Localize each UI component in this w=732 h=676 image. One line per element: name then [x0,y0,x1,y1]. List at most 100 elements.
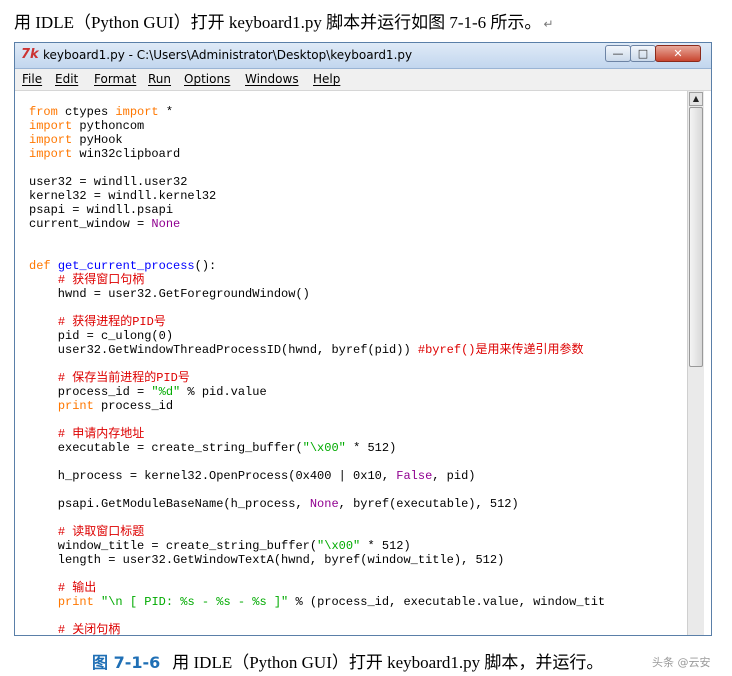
code-token: process_id = [29,385,152,399]
code-token: h_process = kernel32.OpenProcess(0x400 |… [29,469,397,483]
code-line: # 读取窗口标题 [29,525,605,539]
code-token-kw: print [57,399,94,413]
window-title: keyboard1.py - C:\Users\Administrator\De… [43,48,413,62]
code-token: % (process_id, executable.value, window_… [288,595,606,609]
code-token-cm: # 获得进程的PID号 [57,315,166,329]
vertical-scrollbar[interactable]: ▲ [687,91,704,635]
code-token: , pid) [432,469,476,483]
code-line: # 关闭句柄 [29,623,605,635]
code-line: # 输出 [29,581,605,595]
code-token-st: "\x00" [302,441,346,455]
code-line: import pyHook [29,133,605,147]
code-token-kw: def [29,259,51,273]
code-token: executable = create_string_buffer( [29,441,303,455]
code-line: executable = create_string_buffer("\x00"… [29,441,605,455]
menu-help[interactable]: Help [313,72,340,86]
title-bar[interactable]: 7k keyboard1.py - C:\Users\Administrator… [15,43,711,69]
code-line: # 获得进程的PID号 [29,315,605,329]
code-line: print process_id [29,399,605,413]
code-line: print "\n [ PID: %s - %s - %s ]" % (proc… [29,595,605,609]
menu-edit[interactable]: Edit [55,72,78,86]
code-token: ctypes [57,105,116,119]
code-line: # 申请内存地址 [29,427,605,441]
menu-options[interactable]: Options [184,72,230,86]
code-token: , byref(executable), 512) [338,497,519,511]
code-token: psapi.GetModuleBaseName(h_process, [29,497,310,511]
code-token-kw: print [57,595,94,609]
code-token: win32clipboard [72,147,181,161]
bottom-caption-text: 用 IDLE（Python GUI）打开 keyboard1.py 脚本，并运行… [172,653,604,672]
maximize-button[interactable]: □ [630,45,656,62]
figure-number: 图 7-1-6 [92,653,161,672]
code-token-fn: get_current_process [57,259,195,273]
top-caption: 用 IDLE（Python GUI）打开 keyboard1.py 脚本并运行如… [14,8,554,33]
code-line: # 获得窗口句柄 [29,273,605,287]
source-code[interactable]: from ctypes import * import pythoncom impo… [29,105,605,635]
bottom-caption: 图 7-1-6 用 IDLE（Python GUI）打开 keyboard1.py… [92,648,603,673]
code-line: def get_current_process(): [29,259,605,273]
code-token-no: None [309,497,339,511]
code-token: % pid.value [180,385,267,399]
code-line: psapi = windll.psapi [29,203,605,217]
code-token-kw: import [29,147,73,161]
close-button[interactable]: ✕ [655,45,701,62]
code-token: pyHook [72,133,123,147]
menu-windows[interactable]: Windows [245,72,299,86]
scrollbar-thumb[interactable] [689,107,703,367]
menu-run[interactable]: Run [148,72,171,86]
code-token: user32.GetWindowThreadProcessID(hwnd, by… [29,343,418,357]
code-token: length = user32.GetWindowTextA(hwnd, byr… [29,553,505,567]
code-token-cm: # 关闭句柄 [57,623,121,635]
code-line: user32 = windll.user32 [29,175,605,189]
code-token: hwnd = user32.GetForegroundWindow() [29,287,310,301]
code-line: psapi.GetModuleBaseName(h_process, None,… [29,497,605,511]
code-line: hwnd = user32.GetForegroundWindow() [29,287,605,301]
code-line: # 保存当前进程的PID号 [29,371,605,385]
code-token-no: None [151,217,181,231]
code-token-kw: import [115,105,159,119]
minimize-button[interactable]: — [605,45,631,62]
code-line: pid = c_ulong(0) [29,329,605,343]
code-token: * 512) [360,539,411,553]
scroll-up-icon[interactable]: ▲ [689,92,703,106]
code-token-cm: # 申请内存地址 [57,427,145,441]
code-token: (): [194,259,217,273]
code-token: psapi = windll.psapi [29,203,174,217]
code-token-st: "\x00" [317,539,361,553]
menu-format[interactable]: Format [94,72,136,86]
code-token: current_window = [29,217,152,231]
idle-editor-window: 7k keyboard1.py - C:\Users\Administrator… [14,42,712,636]
code-token-st: "\n [ PID: %s - %s - %s ]" [101,595,289,609]
code-token-cm: # 保存当前进程的PID号 [57,371,190,385]
code-line: kernel32 = windll.kernel32 [29,189,605,203]
code-token-cm: # 获得窗口句柄 [57,273,145,287]
code-token-kw: from [29,105,58,119]
code-token-kw: import [29,133,73,147]
code-token-cm: #byref()是用来传递引用参数 [417,343,584,357]
code-token: process_id [93,399,174,413]
idle-app-icon: 7k [21,47,39,62]
code-token-no: False [396,469,433,483]
code-token: kernel32 = windll.kernel32 [29,189,217,203]
menu-file[interactable]: File [22,72,42,86]
code-editor[interactable]: from ctypes import * import pythoncom impo… [15,91,687,635]
code-token-st: "%d" [151,385,181,399]
code-token-kw: import [29,119,73,133]
code-line: process_id = "%d" % pid.value [29,385,605,399]
code-line: from ctypes import * [29,105,605,119]
